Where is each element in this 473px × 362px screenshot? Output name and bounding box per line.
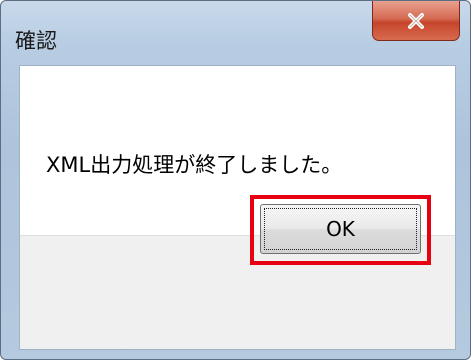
close-icon [406,12,426,30]
ok-button[interactable]: OK [260,204,421,254]
dialog-window: 確認 XML出力処理が終了しました。 OK [0,0,471,360]
message-text: XML出力処理が終了しました。 [46,153,343,177]
title-bar: 確認 [1,1,470,53]
dialog-title: 確認 [15,29,57,53]
close-button[interactable] [372,1,460,41]
